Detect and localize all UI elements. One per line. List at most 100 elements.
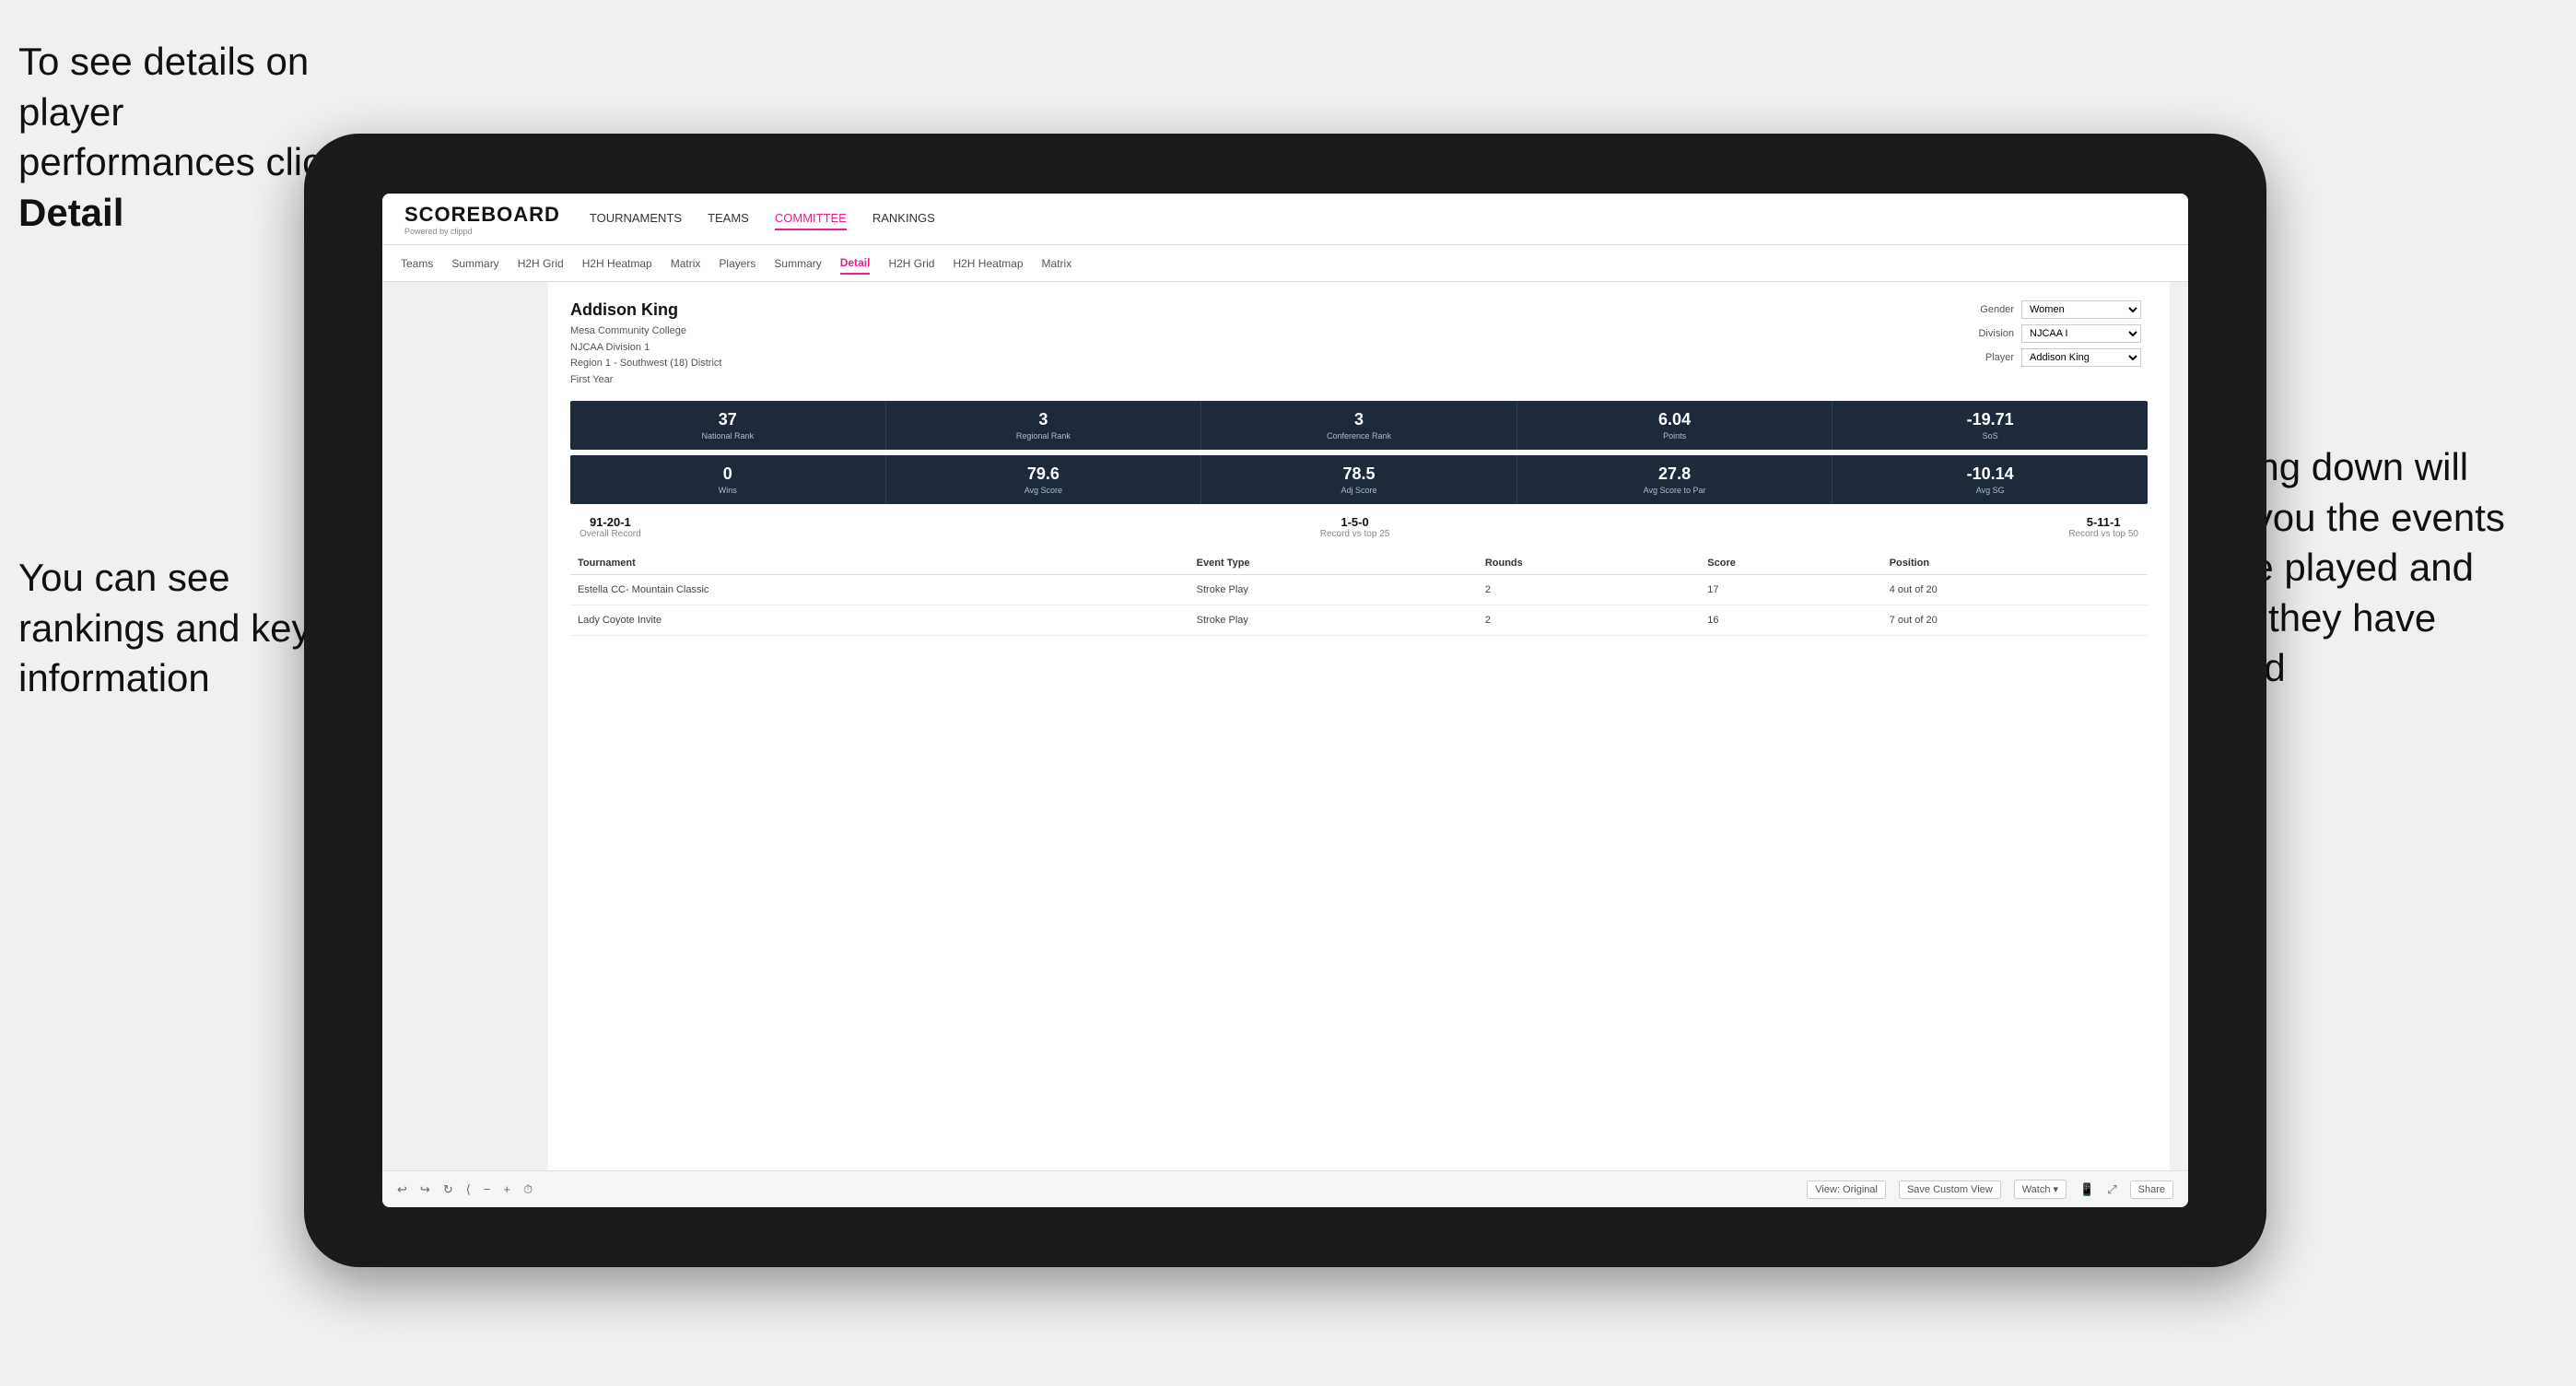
center-content: Addison King Mesa Community College NJCA… [548,282,2170,1170]
stat-conference-rank-value: 3 [1207,410,1511,429]
cell-rounds-0: 2 [1478,575,1700,605]
stat-national-rank: 37 National Rank [570,401,886,450]
player-division: NJCAA Division 1 [570,340,721,357]
player-filters: Gender Women Men Division NJCAA I [1963,300,2148,388]
refresh-icon[interactable]: ↻ [443,1182,453,1197]
cell-score-0: 17 [1700,575,1881,605]
player-filter-row: Player Addison King [1963,348,2148,367]
stat-conference-rank: 3 Conference Rank [1201,401,1517,450]
stat-avg-score-value: 79.6 [892,464,1196,484]
player-region: Region 1 - Southwest (18) District [570,356,721,372]
subnav-h2h-grid[interactable]: H2H Grid [518,253,564,274]
watch-button[interactable]: Watch ▾ [2014,1180,2067,1199]
undo-icon[interactable]: ↩ [397,1182,407,1197]
stat-avg-score-par-label: Avg Score to Par [1523,486,1827,495]
subnav-h2h-heatmap2[interactable]: H2H Heatmap [953,253,1023,274]
top-nav: SCOREBOARD Powered by clippd TOURNAMENTS… [382,194,2188,245]
nav-rankings[interactable]: RANKINGS [872,207,935,230]
cell-event-type-0: Stroke Play [1189,575,1478,605]
stat-adj-score-label: Adj Score [1207,486,1511,495]
subnav-summary2[interactable]: Summary [774,253,821,274]
gender-filter-row: Gender Women Men [1963,300,2148,319]
app-logo: SCOREBOARD [404,203,560,227]
table-row: Estella CC- Mountain Classic Stroke Play… [570,575,2148,605]
tablet-screen: SCOREBOARD Powered by clippd TOURNAMENTS… [382,194,2188,1207]
subnav-matrix[interactable]: Matrix [671,253,701,274]
stat-points: 6.04 Points [1517,401,1833,450]
cell-position-0: 4 out of 20 [1882,575,2148,605]
left-panel [382,282,548,1170]
record-top25: 1-5-0 Record vs top 25 [1320,515,1390,539]
player-info: Addison King Mesa Community College NJCA… [570,300,721,388]
stat-sos-value: -19.71 [1838,410,2142,429]
stat-wins-label: Wins [576,486,880,495]
cell-position-1: 7 out of 20 [1882,605,2148,636]
view-original-button[interactable]: View: Original [1807,1180,1886,1199]
col-position: Position [1882,552,2148,575]
subnav-summary[interactable]: Summary [451,253,498,274]
cell-tournament-1: Lady Coyote Invite [570,605,1189,636]
stat-adj-score: 78.5 Adj Score [1201,455,1517,504]
nav-tournaments[interactable]: TOURNAMENTS [590,207,682,230]
stat-avg-score-label: Avg Score [892,486,1196,495]
main-nav: TOURNAMENTS TEAMS COMMITTEE RANKINGS [590,207,935,230]
annotation-bottom-left-text: You can see rankings and key information [18,556,311,699]
col-rounds: Rounds [1478,552,1700,575]
stat-regional-rank-label: Regional Rank [892,431,1196,440]
stat-points-value: 6.04 [1523,410,1827,429]
annotation-top-left-text: To see details on player performances cl… [18,40,341,183]
subnav-h2h-heatmap[interactable]: H2H Heatmap [582,253,652,274]
subnav-detail[interactable]: Detail [840,253,871,275]
player-name: Addison King [570,300,721,320]
record-top25-value: 1-5-0 [1320,515,1390,529]
stat-conference-rank-label: Conference Rank [1207,431,1511,440]
logo-area: SCOREBOARD Powered by clippd [404,203,560,236]
stat-regional-rank: 3 Regional Rank [886,401,1202,450]
expand-icon[interactable]: ⤢ [2107,1182,2116,1197]
redo-icon[interactable]: ↪ [420,1182,430,1197]
nav-teams[interactable]: TEAMS [708,207,749,230]
stat-sos-label: SoS [1838,431,2142,440]
record-top50-value: 5-11-1 [2068,515,2138,529]
back-icon[interactable]: ⟨ [466,1182,471,1197]
player-select[interactable]: Addison King [2021,348,2141,367]
stats-row-2: 0 Wins 79.6 Avg Score 78.5 Adj Score 2 [570,455,2148,504]
record-top50: 5-11-1 Record vs top 50 [2068,515,2138,539]
minus-icon[interactable]: − [484,1182,491,1196]
subnav-matrix2[interactable]: Matrix [1042,253,1072,274]
events-table: Tournament Event Type Rounds Score Posit… [570,552,2148,636]
player-year: First Year [570,372,721,389]
player-label: Player [1963,352,2014,363]
record-overall-label: Overall Record [580,529,641,539]
subnav-h2h-grid2[interactable]: H2H Grid [888,253,934,274]
stat-wins-value: 0 [576,464,880,484]
table-row: Lady Coyote Invite Stroke Play 2 16 7 ou… [570,605,2148,636]
stat-avg-score-par-value: 27.8 [1523,464,1827,484]
subnav-players[interactable]: Players [719,253,755,274]
clock-icon[interactable]: ⏱ [523,1182,533,1197]
right-panel [2170,282,2188,1170]
stat-wins: 0 Wins [570,455,886,504]
col-event-type: Event Type [1189,552,1478,575]
stat-points-label: Points [1523,431,1827,440]
record-top25-label: Record vs top 25 [1320,529,1390,539]
plus-icon[interactable]: + [503,1182,510,1196]
cell-score-1: 16 [1700,605,1881,636]
tablet: SCOREBOARD Powered by clippd TOURNAMENTS… [304,134,2266,1267]
division-label: Division [1963,328,2014,339]
main-content: Addison King Mesa Community College NJCA… [382,282,2188,1170]
gender-select[interactable]: Women Men [2021,300,2141,319]
share-button[interactable]: Share [2130,1180,2173,1199]
col-tournament: Tournament [570,552,1189,575]
stat-avg-score: 79.6 Avg Score [886,455,1202,504]
stat-avg-sg: -10.14 Avg SG [1832,455,2148,504]
nav-committee[interactable]: COMMITTEE [775,207,847,230]
device-icon[interactable]: 📱 [2079,1182,2094,1197]
app-container: SCOREBOARD Powered by clippd TOURNAMENTS… [382,194,2188,1207]
stat-avg-sg-label: Avg SG [1838,486,2142,495]
subnav-teams[interactable]: Teams [401,253,433,274]
division-select[interactable]: NJCAA I NJCAA II [2021,324,2141,343]
stat-adj-score-value: 78.5 [1207,464,1511,484]
save-custom-view-button[interactable]: Save Custom View [1899,1180,2001,1199]
stat-national-rank-label: National Rank [576,431,880,440]
